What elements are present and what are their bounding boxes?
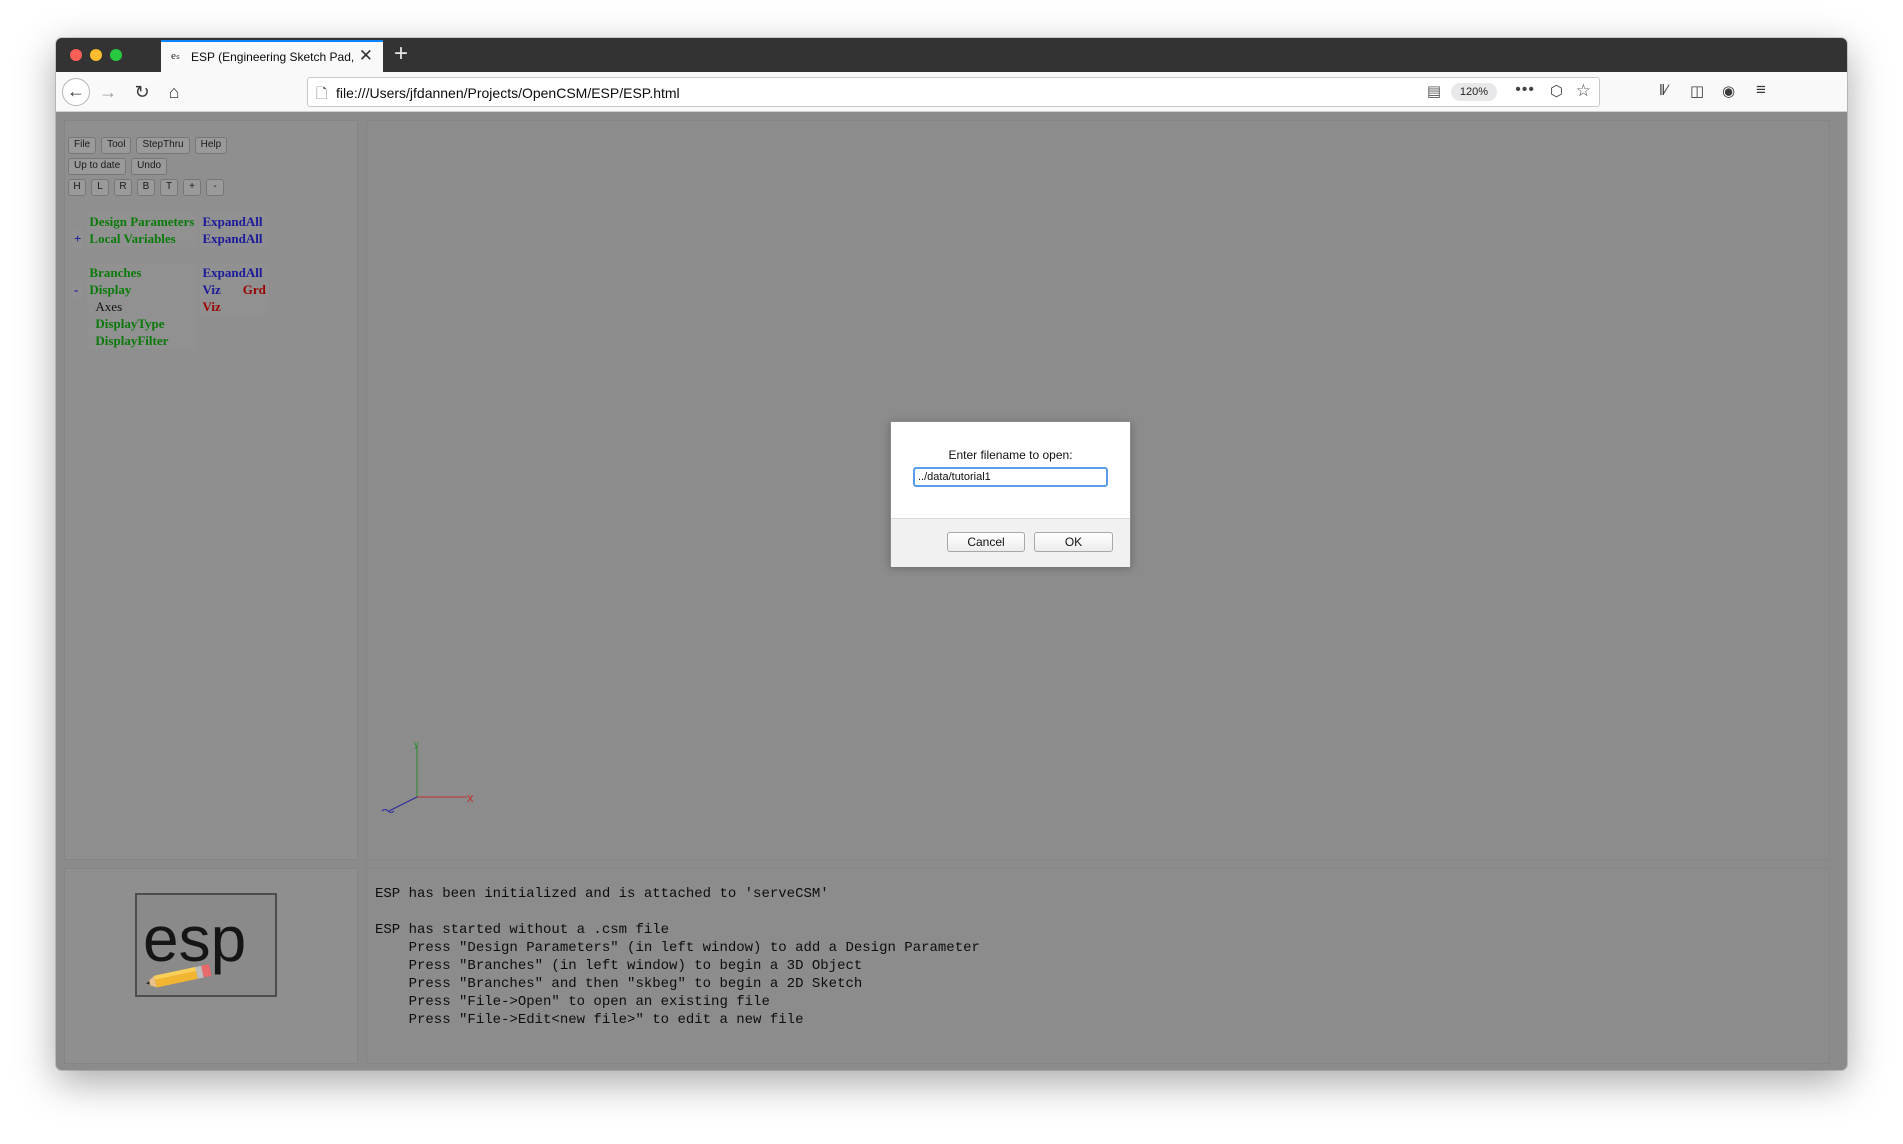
tab-title: ESP (Engineering Sketch Pad, V	[191, 50, 356, 64]
bottom-view-button[interactable]: B	[137, 179, 155, 196]
tree-row-design-parameters: Design Parameters ExpandAll	[72, 213, 276, 230]
zoom-level-button[interactable]: 120%	[1450, 83, 1497, 101]
display-link[interactable]: Display	[87, 281, 197, 298]
y-axis-label: y	[414, 739, 419, 749]
open-file-dialog: Enter filename to open: Cancel OK	[890, 421, 1131, 567]
expand-all-branches[interactable]: ExpandAll	[200, 264, 268, 281]
forward-button[interactable]: →	[94, 78, 122, 106]
page-icon: 🗋	[316, 85, 328, 101]
library-icon[interactable]: ‖∕	[1659, 82, 1668, 99]
display-viz-grd: Viz Grd	[200, 281, 268, 298]
left-view-button[interactable]: L	[91, 179, 109, 196]
esp-logo: esp	[135, 893, 277, 997]
cancel-button[interactable]: Cancel	[947, 532, 1025, 552]
pocket-icon[interactable]: ⬡	[1550, 82, 1563, 100]
design-parameters-link[interactable]: Design Parameters	[87, 213, 197, 230]
message-log: ESP has been initialized and is attached…	[375, 886, 980, 1028]
undo-button[interactable]: Undo	[131, 158, 168, 175]
top-view-button[interactable]: T	[160, 179, 178, 196]
bookmark-star-icon[interactable]: ☆	[1576, 81, 1591, 101]
local-variables-link[interactable]: Local Variables	[87, 230, 197, 247]
home-view-button[interactable]: H	[68, 179, 86, 196]
page-content: File Tool StepThru Help Up to date Undo HLRB…	[56, 112, 1847, 1070]
tree-row-axes: Axes Viz	[72, 298, 276, 315]
right-view-button[interactable]: R	[114, 179, 132, 196]
z-axis-line	[388, 796, 418, 812]
file-button[interactable]: File	[68, 137, 97, 154]
browser-window: eₛ ESP (Engineering Sketch Pad, V ✕ + ← …	[56, 38, 1847, 1070]
tree-row-displayfilter: DisplayFilter	[72, 332, 276, 349]
axes-viz-toggle[interactable]: Viz	[200, 298, 268, 315]
tab-close-icon[interactable]: ✕	[359, 46, 373, 66]
maximize-window-button[interactable]	[110, 49, 122, 61]
axes-label: Axes	[87, 298, 197, 315]
esp-logo-image: esp	[143, 903, 246, 988]
stepthru-button[interactable]: StepThru	[136, 137, 190, 154]
esp-toolbar: File Tool StepThru Help Up to date Undo HLRB…	[68, 137, 232, 200]
back-button[interactable]: ←	[62, 78, 90, 106]
help-button[interactable]: Help	[194, 137, 228, 154]
tree-table: Design Parameters ExpandAll + Local Vari…	[68, 213, 280, 349]
axes-triad: y x	[381, 739, 474, 813]
tree-row-branches: Branches ExpandAll	[72, 264, 276, 281]
new-tab-button[interactable]: +	[394, 40, 408, 68]
tab-strip: eₛ ESP (Engineering Sketch Pad, V ✕ +	[56, 38, 1847, 72]
dialog-footer: Cancel OK	[891, 518, 1130, 567]
expand-all-local-variables[interactable]: ExpandAll	[200, 230, 268, 247]
page-actions-icon[interactable]: •••	[1515, 81, 1535, 99]
tool-button[interactable]: Tool	[101, 137, 132, 154]
account-icon[interactable]: ◉	[1722, 82, 1735, 100]
navigation-bar: ← → ↻ ⌂ 🗋 file:///Users/jfdannen/Project…	[56, 72, 1847, 112]
minimize-window-button[interactable]	[90, 49, 102, 61]
tree-pane: File Tool StepThru Help Up to date Undo HLRB…	[64, 120, 358, 860]
logo-pane: esp	[64, 868, 358, 1064]
filename-input[interactable]	[913, 467, 1108, 487]
local-variables-toggle[interactable]: +	[72, 230, 84, 247]
branches-link[interactable]: Branches	[87, 264, 197, 281]
up-to-date-button[interactable]: Up to date	[68, 158, 127, 175]
close-window-button[interactable]	[70, 49, 82, 61]
tree-row-displaytype: DisplayType	[72, 315, 276, 332]
sidebar-icon[interactable]: ◫	[1690, 82, 1704, 100]
dialog-prompt: Enter filename to open:	[948, 448, 1073, 462]
home-button[interactable]: ⌂	[160, 78, 188, 106]
display-grd-toggle[interactable]: Grd	[243, 282, 266, 297]
expand-all-design-parameters[interactable]: ExpandAll	[200, 213, 268, 230]
tree-row-local-variables: + Local Variables ExpandAll	[72, 230, 276, 247]
tree-row-display: - Display Viz Grd	[72, 281, 276, 298]
message-pane: ESP has been initialized and is attached…	[366, 868, 1830, 1064]
zoom-out-button[interactable]: -	[206, 179, 224, 196]
url-text[interactable]: file:///Users/jfdannen/Projects/OpenCSM/…	[336, 85, 680, 101]
x-axis-label: x	[467, 790, 474, 805]
reload-button[interactable]: ↻	[128, 78, 156, 106]
esp-logo-text: esp	[143, 903, 246, 975]
display-type-link[interactable]: DisplayType	[87, 315, 197, 332]
menu-icon[interactable]: ≡	[1756, 80, 1766, 100]
display-toggle[interactable]: -	[72, 281, 84, 298]
esp-favicon-icon: eₛ	[171, 50, 180, 62]
reader-view-icon[interactable]: ▤	[1427, 82, 1441, 100]
display-filter-link[interactable]: DisplayFilter	[87, 332, 197, 349]
tab-esp[interactable]: eₛ ESP (Engineering Sketch Pad, V ✕	[161, 40, 383, 72]
url-bar[interactable]: 🗋 file:///Users/jfdannen/Projects/OpenCS…	[307, 77, 1600, 107]
zoom-in-button[interactable]: +	[183, 179, 201, 196]
display-viz-toggle[interactable]: Viz	[202, 282, 220, 297]
ok-button[interactable]: OK	[1034, 532, 1113, 552]
